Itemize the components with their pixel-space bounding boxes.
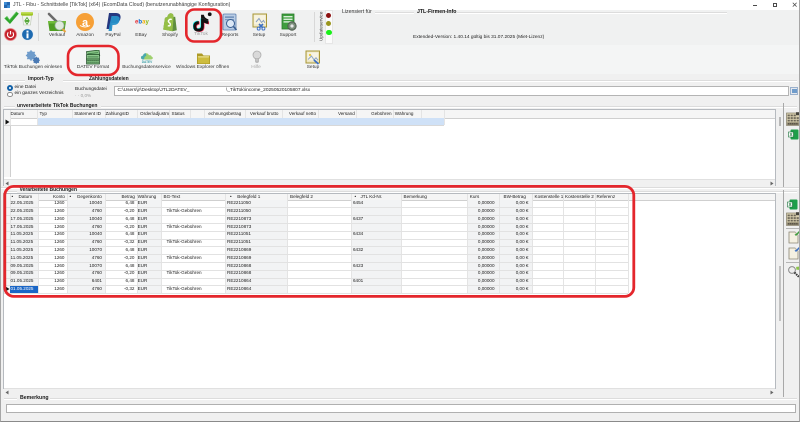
svg-text:y: y	[145, 19, 149, 25]
svg-text:DATEV: DATEV	[142, 60, 153, 64]
